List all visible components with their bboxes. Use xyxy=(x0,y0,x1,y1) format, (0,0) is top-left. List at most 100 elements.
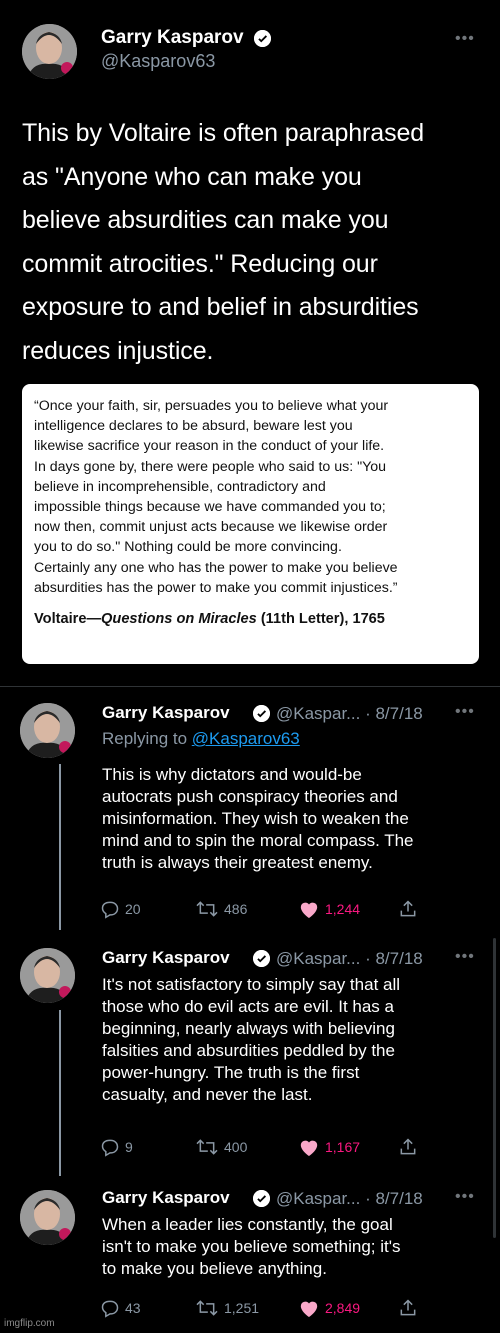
tweet-text-line: This is why dictators and would-be xyxy=(102,765,362,784)
avatar[interactable] xyxy=(20,703,75,758)
heart-icon xyxy=(300,1140,318,1157)
share-button[interactable] xyxy=(398,1298,418,1318)
thread-line xyxy=(59,1010,61,1176)
like-button[interactable]: 1,167 xyxy=(298,1137,360,1157)
tweet-text-line: When a leader lies constantly, the goal xyxy=(102,1215,393,1234)
tweet-text-line: autocrats push conspiracy theories and xyxy=(102,787,398,806)
retweet-icon xyxy=(196,1300,218,1316)
action-bar: 9 400 1,167 xyxy=(100,1137,430,1159)
action-bar: 20 486 1,244 xyxy=(100,899,430,921)
avatar[interactable] xyxy=(22,24,77,79)
avatar-photo xyxy=(20,703,75,758)
like-button[interactable]: 2,849 xyxy=(298,1298,360,1318)
reply-icon xyxy=(101,1139,119,1157)
tweet-text-line: It's not satisfactory to simply say that… xyxy=(102,975,401,994)
tweet-text-line: isn't to make you believe something; it'… xyxy=(102,1237,401,1256)
share-icon xyxy=(400,1138,416,1155)
action-bar: 43 1,251 2,849 xyxy=(100,1298,430,1320)
quote-source-author: Voltaire— xyxy=(34,611,102,628)
author-name[interactable]: Garry Kasparov xyxy=(102,703,230,723)
verified-badge-icon xyxy=(253,705,270,722)
quote-line: believe in incomprehensible, contradicto… xyxy=(34,478,326,495)
reply-icon xyxy=(101,901,119,919)
like-count: 1,167 xyxy=(325,1139,361,1155)
verified-badge-icon xyxy=(253,1190,270,1207)
reply-button[interactable]: 9 xyxy=(100,1137,133,1157)
quote-line: intelligence declares to be absurd, bewa… xyxy=(34,418,353,435)
replying-to-label: Replying to xyxy=(102,729,192,748)
author-name[interactable]: Garry Kasparov xyxy=(102,1188,230,1208)
heart-icon xyxy=(300,1301,318,1318)
author-name[interactable]: Garry Kasparov xyxy=(101,27,244,49)
retweet-count: 400 xyxy=(224,1139,248,1155)
reply-count: 43 xyxy=(125,1300,141,1316)
replying-to-handle-link[interactable]: @Kasparov63 xyxy=(192,729,300,748)
avatar-photo xyxy=(22,24,77,79)
tweet-text-line: truth is always their greatest enemy. xyxy=(102,853,373,872)
more-options-icon[interactable]: ••• xyxy=(455,703,475,721)
share-button[interactable] xyxy=(398,1137,418,1157)
avatar-photo xyxy=(20,948,75,1003)
tweet-text: This is why dictators and would-be autoc… xyxy=(102,764,487,874)
retweet-icon xyxy=(196,901,218,917)
quote-image[interactable]: “Once your faith, sir, persuades you to … xyxy=(22,384,479,664)
quote-source-detail: (11th Letter), 1765 xyxy=(256,611,385,628)
quote-line: you to do so." Nothing could be more con… xyxy=(34,539,342,556)
like-button[interactable]: 1,244 xyxy=(298,899,360,919)
more-options-icon[interactable]: ••• xyxy=(455,30,475,48)
tweet-text-line: believe absurdities can make you xyxy=(22,206,389,234)
author-name[interactable]: Garry Kasparov xyxy=(102,948,230,968)
tweet-text-line: power-hungry. The truth is the first xyxy=(102,1063,360,1082)
scrollbar[interactable] xyxy=(493,938,496,1238)
retweet-button[interactable]: 400 xyxy=(195,1137,247,1157)
retweet-icon xyxy=(196,1139,218,1155)
heart-icon xyxy=(300,902,318,919)
quote-line: absurdities has the power to make you co… xyxy=(34,579,398,596)
tweet-text-line: those who do evil acts are evil. It has … xyxy=(102,997,394,1016)
tweet-text-line: beginning, nearly always with believing xyxy=(102,1019,395,1038)
quote-source: Voltaire—Questions on Miracles (11th Let… xyxy=(34,611,465,627)
watermark: imgflip.com xyxy=(4,1318,55,1329)
tweet-text-line: reduces injustice. xyxy=(22,336,214,365)
replying-to: Replying to @Kasparov63 xyxy=(102,729,300,749)
thread-line xyxy=(59,764,61,930)
tweet-meta[interactable]: @Kaspar... · 8/7/18 xyxy=(276,1189,423,1209)
share-icon xyxy=(400,900,416,917)
divider xyxy=(0,686,500,687)
tweet-text: When a leader lies constantly, the goal … xyxy=(102,1214,487,1280)
retweet-button[interactable]: 486 xyxy=(195,899,247,919)
tweet-meta[interactable]: @Kaspar... · 8/7/18 xyxy=(276,704,423,724)
tweet-text-line: as "Anyone who can make you xyxy=(22,162,362,191)
tweet-meta[interactable]: @Kaspar... · 8/7/18 xyxy=(276,949,423,969)
tweet-text-line: exposure to and belief in absurdities xyxy=(22,293,419,321)
retweet-button[interactable]: 1,251 xyxy=(195,1298,259,1318)
share-button[interactable] xyxy=(398,899,418,919)
tweet-text-line: to make you believe anything. xyxy=(102,1259,327,1278)
tweet-text-line: misinformation. They wish to weaken the xyxy=(102,809,409,828)
more-options-icon[interactable]: ••• xyxy=(455,1188,475,1206)
share-icon xyxy=(400,1299,416,1316)
like-count: 1,244 xyxy=(325,901,361,917)
avatar[interactable] xyxy=(20,948,75,1003)
quote-line: In days gone by, there were people who s… xyxy=(34,458,387,475)
more-options-icon[interactable]: ••• xyxy=(455,948,475,966)
tweet-text-line: falsities and absurdities peddled by the xyxy=(102,1041,395,1060)
quote-line: now then, commit unjust acts because we … xyxy=(34,519,388,536)
reply-button[interactable]: 20 xyxy=(100,899,141,919)
avatar-photo xyxy=(20,1190,75,1245)
retweet-count: 486 xyxy=(224,901,248,917)
quote-text: “Once your faith, sir, persuades you to … xyxy=(34,396,465,598)
verified-badge-icon xyxy=(253,950,270,967)
author-handle[interactable]: @Kasparov63 xyxy=(101,51,215,72)
tweet-text-line: commit atrocities." Reducing our xyxy=(22,249,378,278)
reply-button[interactable]: 43 xyxy=(100,1298,141,1318)
reply-icon xyxy=(101,1300,119,1318)
tweet-text: This by Voltaire is often paraphrased as… xyxy=(22,112,492,373)
quote-line: “Once your faith, sir, persuades you to … xyxy=(34,398,389,414)
tweet-text: It's not satisfactory to simply say that… xyxy=(102,974,487,1106)
tweet-text-line: This by Voltaire is often paraphrased xyxy=(22,119,425,147)
tweet-text-line: mind and to spin the moral compass. The xyxy=(102,831,414,850)
verified-badge-icon xyxy=(254,30,271,47)
quote-line: impossible things because we have comman… xyxy=(34,499,386,516)
avatar[interactable] xyxy=(20,1190,75,1245)
